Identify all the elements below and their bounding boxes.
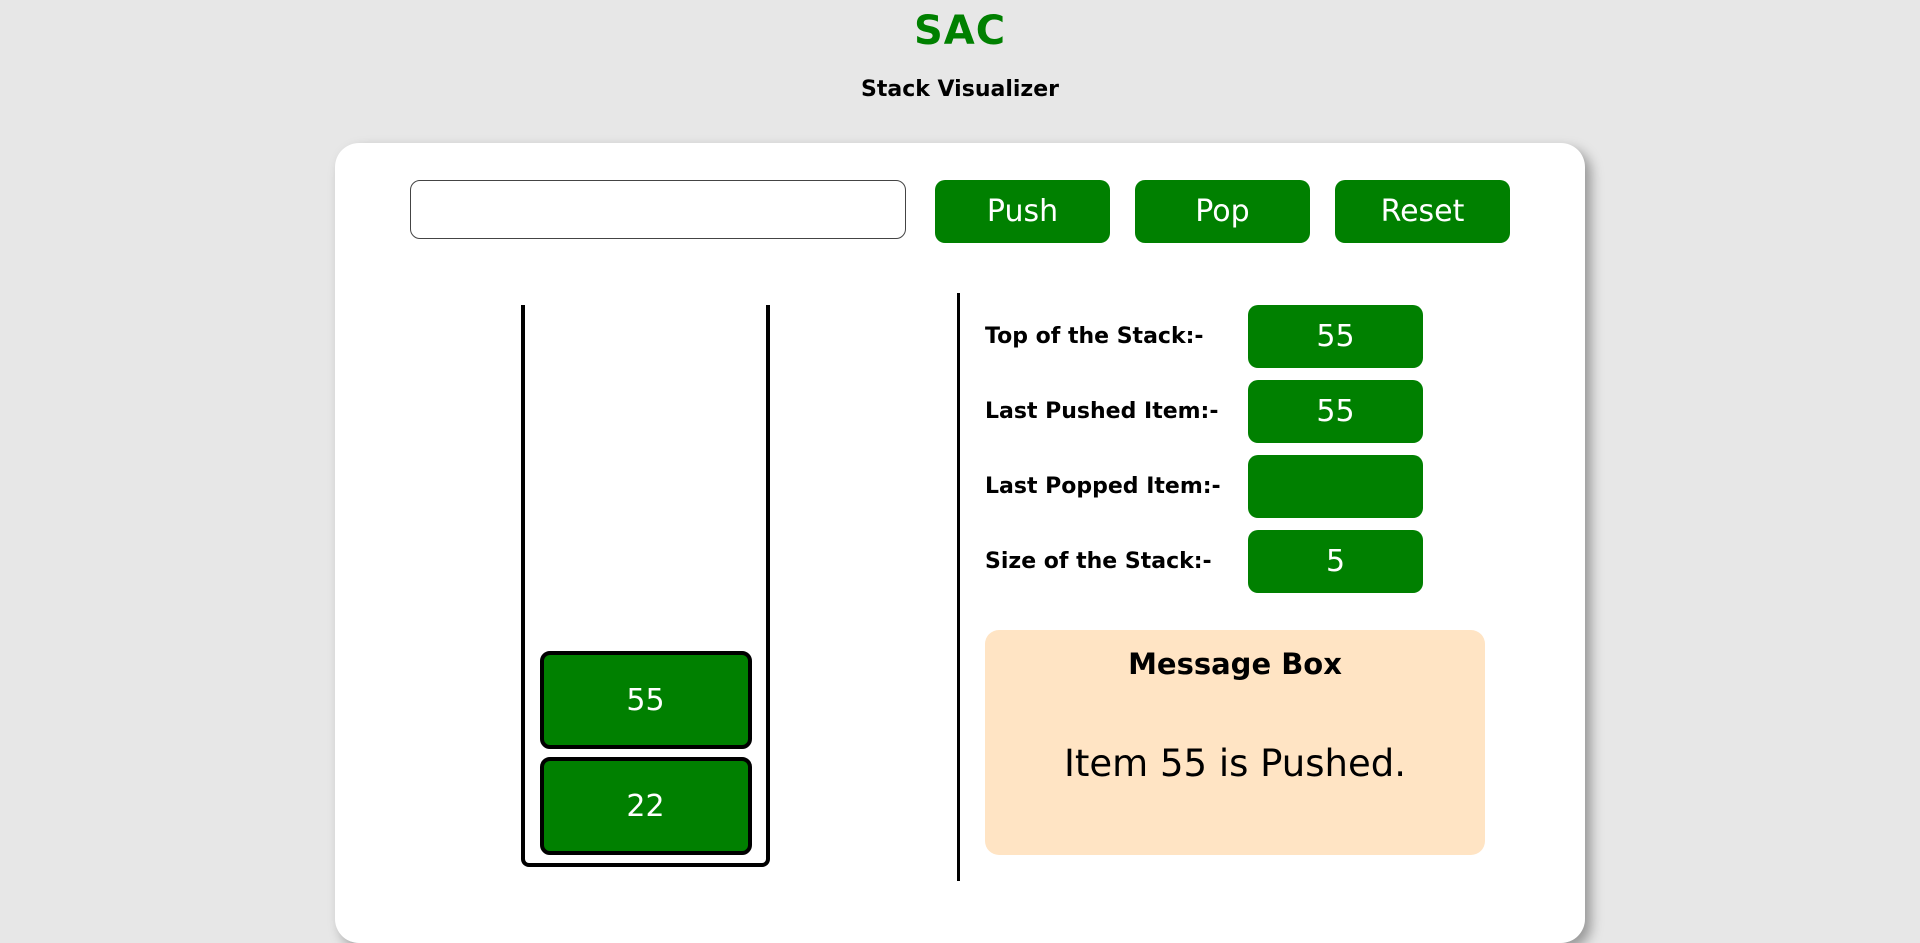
stack-size-value: 5: [1248, 530, 1423, 593]
page-subtitle: Stack Visualizer: [861, 77, 1059, 102]
last-pushed-value: 55: [1248, 380, 1423, 443]
stack-size-row: Size of the Stack:- 5: [985, 530, 1445, 593]
reset-button[interactable]: Reset: [1335, 180, 1510, 243]
message-box: Message Box Item 55 is Pushed.: [985, 630, 1485, 855]
message-box-title: Message Box: [1128, 647, 1342, 681]
top-of-stack-label: Top of the Stack:-: [985, 324, 1204, 349]
vertical-divider: [957, 293, 960, 881]
value-input[interactable]: [410, 180, 906, 239]
last-popped-value: [1248, 455, 1423, 518]
stack-size-label: Size of the Stack:-: [985, 549, 1212, 574]
last-popped-row: Last Popped Item:-: [985, 455, 1445, 518]
main-card: Push Pop Reset 55 22 Top of the Stack:- …: [335, 143, 1585, 943]
last-popped-label: Last Popped Item:-: [985, 474, 1221, 499]
brand-title: SAC: [913, 8, 1007, 54]
last-pushed-label: Last Pushed Item:-: [985, 399, 1219, 424]
push-button[interactable]: Push: [935, 180, 1110, 243]
pop-button[interactable]: Pop: [1135, 180, 1310, 243]
stack-container: 55 22: [521, 305, 770, 867]
stack-item: 22: [539, 757, 752, 855]
last-pushed-row: Last Pushed Item:- 55: [985, 380, 1445, 443]
top-of-stack-row: Top of the Stack:- 55: [985, 305, 1445, 368]
stack-item: 55: [539, 651, 752, 749]
top-of-stack-value: 55: [1248, 305, 1423, 368]
stack-items: 55 22: [525, 651, 766, 855]
message-text: Item 55 is Pushed.: [1064, 742, 1406, 785]
